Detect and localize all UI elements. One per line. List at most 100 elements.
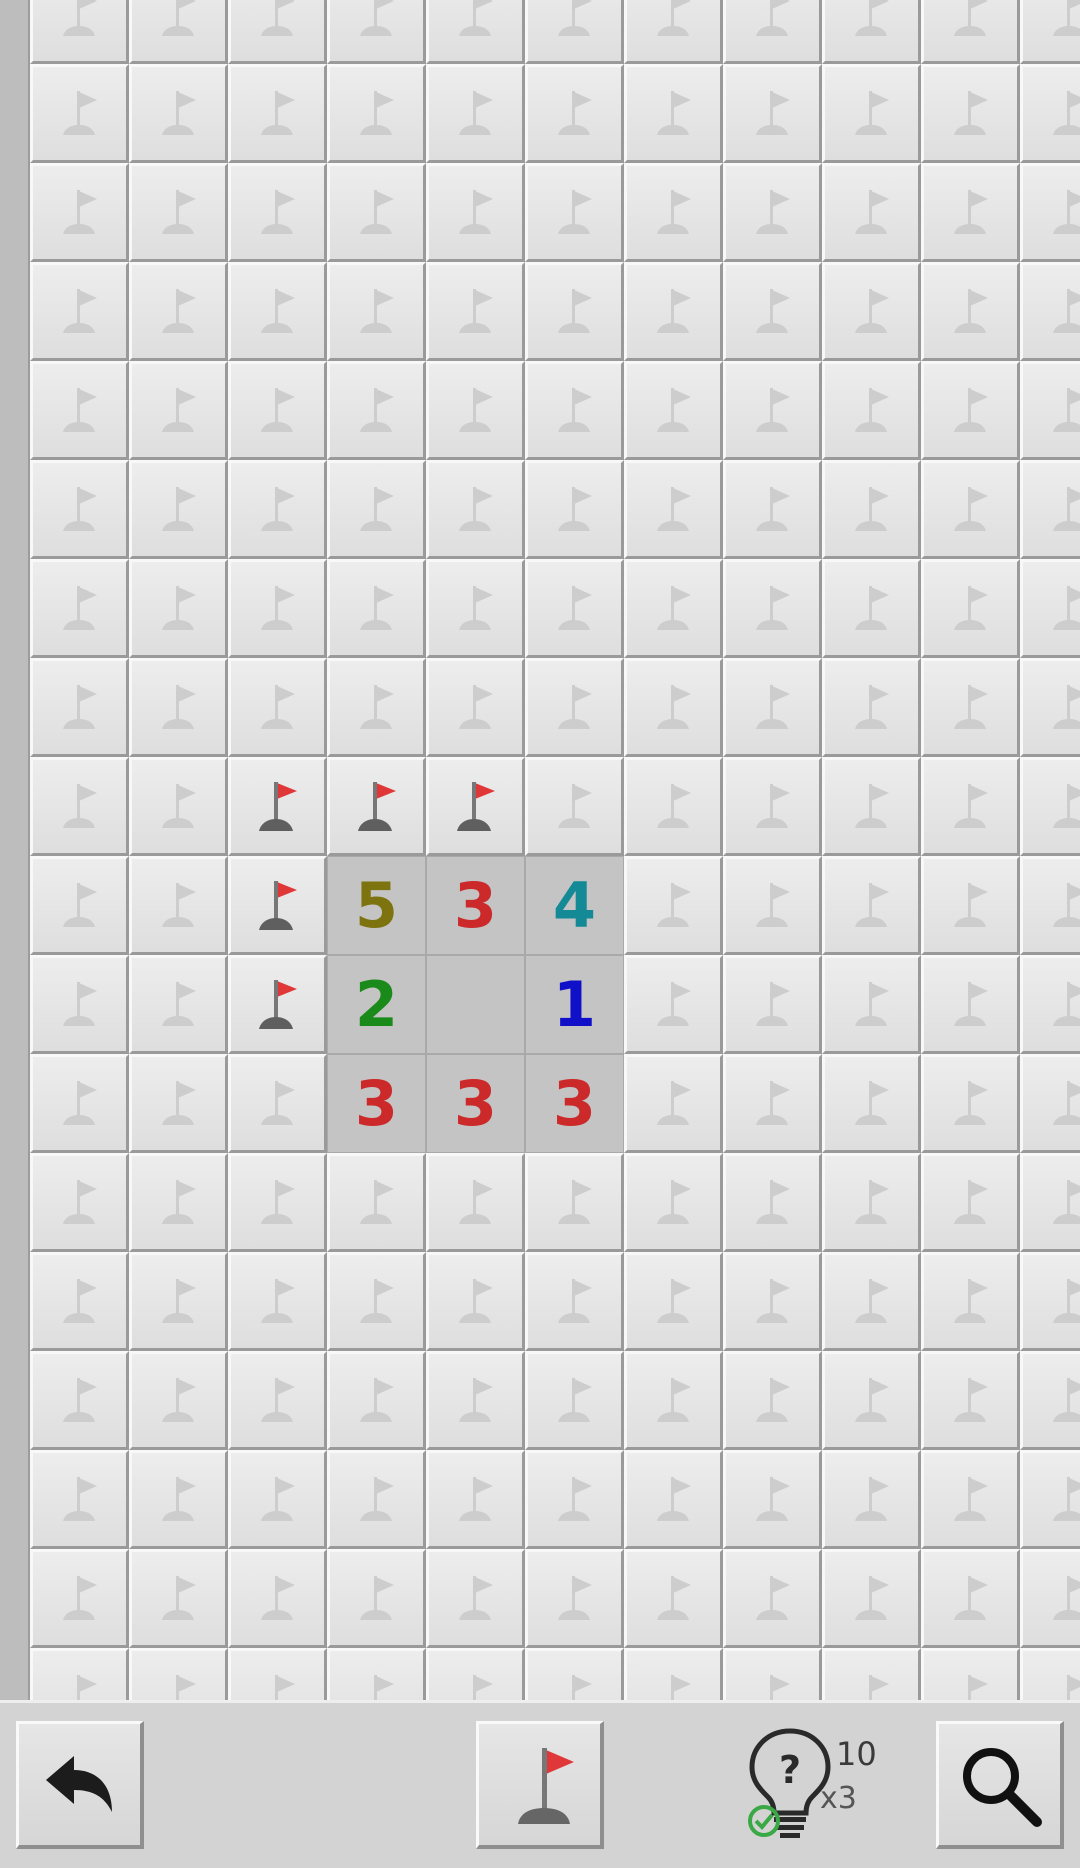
covered-cell[interactable] — [723, 1648, 822, 1700]
covered-cell[interactable] — [921, 856, 1020, 955]
covered-cell[interactable] — [822, 460, 921, 559]
covered-cell[interactable] — [822, 1054, 921, 1153]
zoom-button[interactable] — [936, 1721, 1064, 1849]
covered-cell[interactable] — [129, 1252, 228, 1351]
covered-cell[interactable] — [921, 1648, 1020, 1700]
covered-cell[interactable] — [327, 1351, 426, 1450]
minefield-board[interactable]: 53421333 — [30, 0, 1080, 1700]
covered-cell[interactable] — [921, 658, 1020, 757]
covered-cell[interactable] — [1020, 1054, 1080, 1153]
covered-cell[interactable] — [30, 64, 129, 163]
covered-cell[interactable] — [1020, 955, 1080, 1054]
covered-cell[interactable] — [624, 361, 723, 460]
covered-cell[interactable] — [1020, 460, 1080, 559]
covered-cell[interactable] — [426, 1450, 525, 1549]
covered-cell[interactable] — [921, 361, 1020, 460]
covered-cell[interactable] — [30, 1054, 129, 1153]
covered-cell[interactable] — [426, 1648, 525, 1700]
covered-cell[interactable] — [129, 361, 228, 460]
revealed-cell[interactable]: 2 — [327, 955, 426, 1054]
revealed-cell[interactable]: 3 — [426, 856, 525, 955]
revealed-cell[interactable]: 3 — [426, 1054, 525, 1153]
covered-cell[interactable] — [228, 64, 327, 163]
covered-cell[interactable] — [822, 559, 921, 658]
covered-cell[interactable] — [129, 856, 228, 955]
covered-cell[interactable] — [426, 1153, 525, 1252]
covered-cell[interactable] — [426, 1252, 525, 1351]
covered-cell[interactable] — [228, 658, 327, 757]
covered-cell[interactable] — [624, 1549, 723, 1648]
covered-cell[interactable] — [129, 64, 228, 163]
covered-cell[interactable] — [525, 361, 624, 460]
covered-cell[interactable] — [723, 856, 822, 955]
covered-cell[interactable] — [30, 955, 129, 1054]
covered-cell[interactable] — [1020, 361, 1080, 460]
covered-cell[interactable] — [327, 559, 426, 658]
covered-cell[interactable] — [921, 1450, 1020, 1549]
covered-cell[interactable] — [30, 757, 129, 856]
covered-cell[interactable] — [228, 1252, 327, 1351]
covered-cell[interactable] — [723, 559, 822, 658]
covered-cell[interactable] — [228, 1351, 327, 1450]
covered-cell[interactable] — [723, 64, 822, 163]
covered-cell[interactable] — [525, 64, 624, 163]
covered-cell[interactable] — [1020, 64, 1080, 163]
covered-cell[interactable] — [921, 1252, 1020, 1351]
covered-cell[interactable] — [228, 163, 327, 262]
covered-cell[interactable] — [30, 856, 129, 955]
covered-cell[interactable] — [921, 0, 1020, 64]
flagged-cell[interactable] — [228, 856, 327, 955]
covered-cell[interactable] — [228, 262, 327, 361]
covered-cell[interactable] — [723, 460, 822, 559]
covered-cell[interactable] — [129, 1648, 228, 1700]
covered-cell[interactable] — [30, 1549, 129, 1648]
covered-cell[interactable] — [30, 658, 129, 757]
covered-cell[interactable] — [624, 1252, 723, 1351]
covered-cell[interactable] — [525, 757, 624, 856]
covered-cell[interactable] — [624, 163, 723, 262]
covered-cell[interactable] — [624, 0, 723, 64]
covered-cell[interactable] — [525, 262, 624, 361]
revealed-cell[interactable]: 3 — [327, 1054, 426, 1153]
covered-cell[interactable] — [921, 955, 1020, 1054]
covered-cell[interactable] — [327, 64, 426, 163]
covered-cell[interactable] — [822, 1252, 921, 1351]
covered-cell[interactable] — [426, 361, 525, 460]
covered-cell[interactable] — [921, 460, 1020, 559]
covered-cell[interactable] — [129, 955, 228, 1054]
covered-cell[interactable] — [624, 757, 723, 856]
covered-cell[interactable] — [921, 1054, 1020, 1153]
covered-cell[interactable] — [525, 1153, 624, 1252]
covered-cell[interactable] — [1020, 757, 1080, 856]
covered-cell[interactable] — [327, 1252, 426, 1351]
covered-cell[interactable] — [228, 1450, 327, 1549]
covered-cell[interactable] — [525, 1252, 624, 1351]
covered-cell[interactable] — [921, 1549, 1020, 1648]
covered-cell[interactable] — [327, 460, 426, 559]
covered-cell[interactable] — [327, 1549, 426, 1648]
covered-cell[interactable] — [525, 658, 624, 757]
covered-cell[interactable] — [327, 361, 426, 460]
covered-cell[interactable] — [129, 658, 228, 757]
covered-cell[interactable] — [822, 1351, 921, 1450]
covered-cell[interactable] — [525, 460, 624, 559]
covered-cell[interactable] — [228, 361, 327, 460]
covered-cell[interactable] — [129, 1054, 228, 1153]
covered-cell[interactable] — [426, 460, 525, 559]
covered-cell[interactable] — [822, 1153, 921, 1252]
covered-cell[interactable] — [624, 1648, 723, 1700]
covered-cell[interactable] — [327, 658, 426, 757]
covered-cell[interactable] — [525, 0, 624, 64]
covered-cell[interactable] — [921, 1351, 1020, 1450]
covered-cell[interactable] — [129, 0, 228, 64]
covered-cell[interactable] — [624, 1351, 723, 1450]
revealed-cell[interactable] — [426, 955, 525, 1054]
covered-cell[interactable] — [822, 262, 921, 361]
covered-cell[interactable] — [624, 64, 723, 163]
covered-cell[interactable] — [921, 1153, 1020, 1252]
flagged-cell[interactable] — [228, 955, 327, 1054]
covered-cell[interactable] — [822, 757, 921, 856]
covered-cell[interactable] — [327, 163, 426, 262]
covered-cell[interactable] — [723, 1252, 822, 1351]
covered-cell[interactable] — [822, 163, 921, 262]
